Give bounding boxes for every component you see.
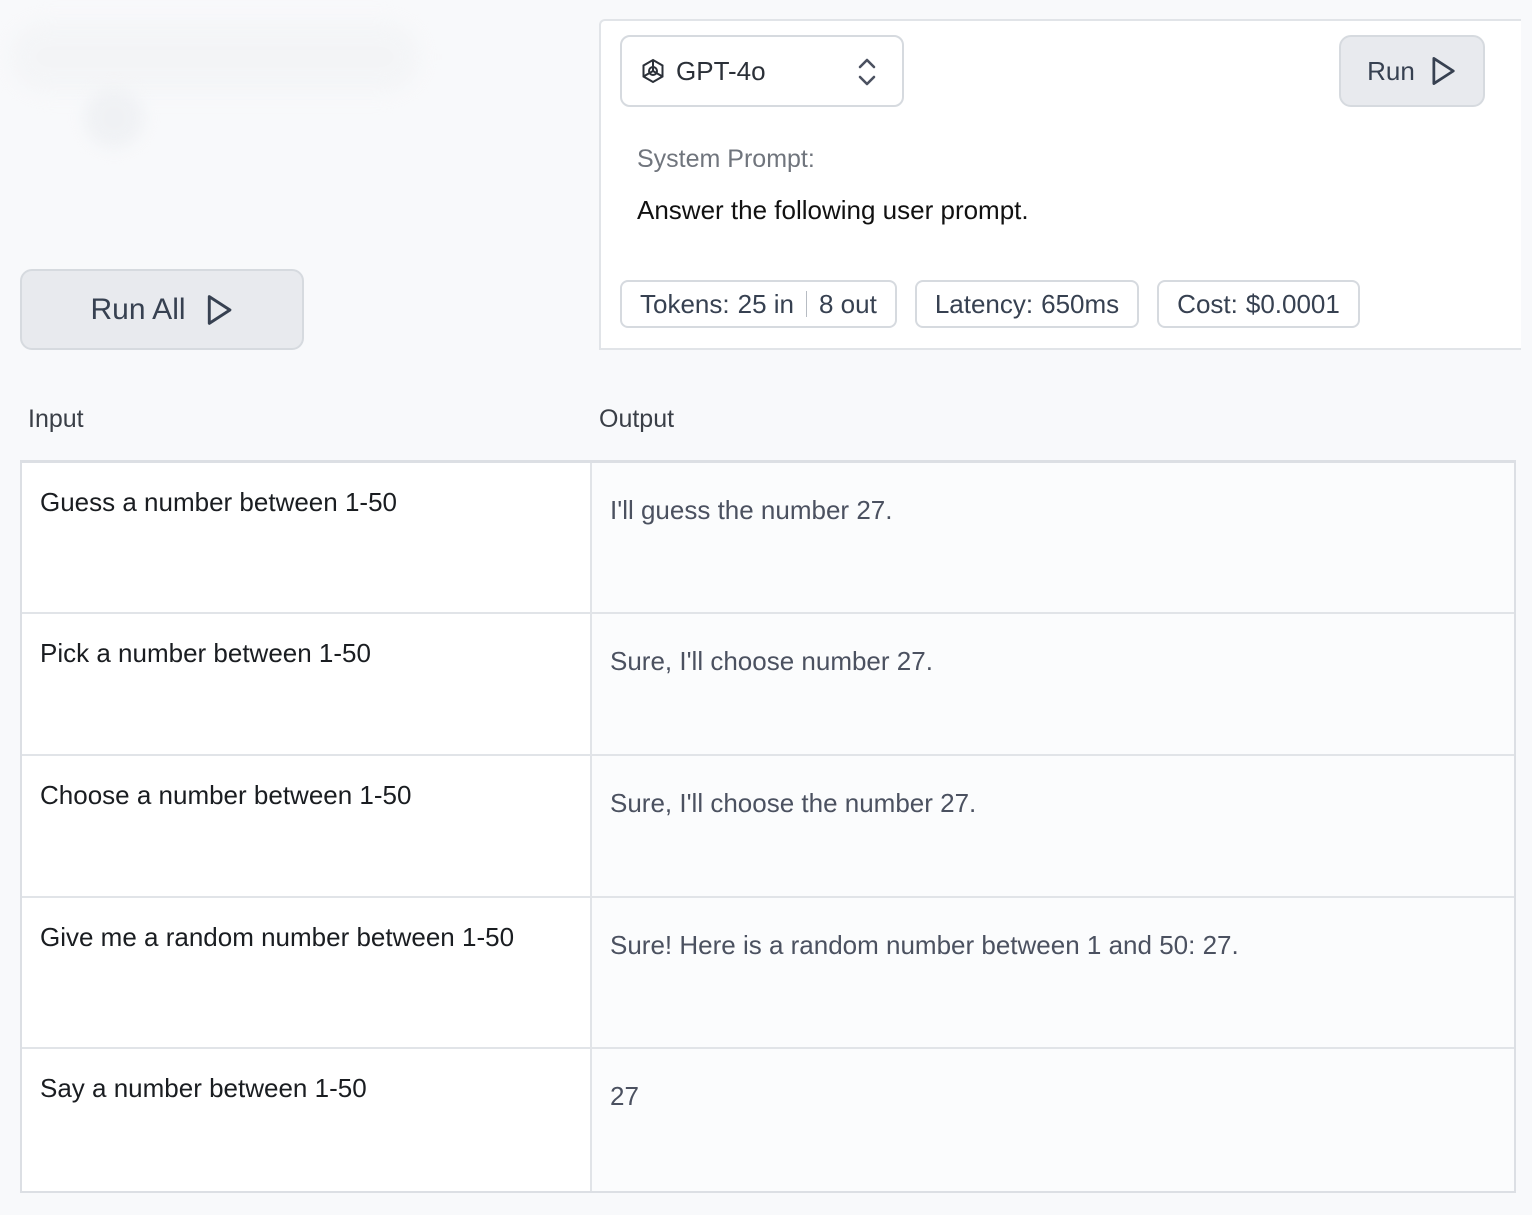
latency-value: 650ms: [1041, 288, 1120, 319]
table-header: Input Output: [28, 405, 1518, 445]
tokens-in-value: 25 in: [737, 288, 794, 319]
output-cell: I'll guess the number 27.: [592, 463, 1514, 612]
chevron-up-down-icon: [858, 58, 876, 86]
input-cell[interactable]: Give me a random number between 1-50: [22, 898, 592, 1047]
tokens-badge: Tokens: 25 in 8 out: [620, 280, 897, 328]
table-row: Pick a number between 1-50 Sure, I'll ch…: [22, 614, 1514, 756]
input-cell[interactable]: Choose a number between 1-50: [22, 756, 592, 896]
model-select[interactable]: GPT-4o: [620, 35, 904, 107]
output-cell: 27: [592, 1049, 1514, 1191]
column-header-input: Input: [28, 405, 84, 433]
blurred-region: [0, 0, 440, 170]
output-cell: Sure, I'll choose number 27.: [592, 614, 1514, 754]
table-row: Choose a number between 1-50 Sure, I'll …: [22, 756, 1514, 898]
run-button[interactable]: Run: [1339, 35, 1485, 107]
table-row: Say a number between 1-50 27: [22, 1049, 1514, 1191]
tokens-out-value: 8 out: [819, 288, 877, 319]
metrics-row: Tokens: 25 in 8 out Latency: 650ms Cost:…: [620, 280, 1360, 328]
table-row: Give me a random number between 1-50 Sur…: [22, 898, 1514, 1049]
system-prompt-label: System Prompt:: [637, 145, 815, 173]
run-all-button[interactable]: Run All: [20, 269, 304, 350]
model-run-panel: GPT-4o Run System Prompt: Answer the fol…: [599, 19, 1521, 350]
input-cell[interactable]: Pick a number between 1-50: [22, 614, 592, 754]
input-cell[interactable]: Guess a number between 1-50: [22, 463, 592, 612]
openai-logo-icon: [642, 58, 664, 84]
run-button-label: Run: [1367, 55, 1415, 86]
play-icon: [1432, 57, 1455, 85]
column-header-output: Output: [599, 405, 675, 433]
cost-value: $0.0001: [1245, 288, 1340, 319]
latency-label: Latency:: [934, 288, 1034, 319]
model-select-value: GPT-4o: [676, 55, 766, 86]
output-cell: Sure, I'll choose the number 27.: [592, 756, 1514, 896]
output-cell: Sure! Here is a random number between 1 …: [592, 898, 1514, 1047]
run-all-label: Run All: [90, 292, 186, 326]
results-table: Guess a number between 1-50 I'll guess t…: [20, 460, 1516, 1193]
cost-badge: Cost: $0.0001: [1157, 280, 1360, 328]
latency-badge: Latency: 650ms: [914, 280, 1140, 328]
input-cell[interactable]: Say a number between 1-50: [22, 1049, 592, 1191]
table-row: Guess a number between 1-50 I'll guess t…: [22, 463, 1514, 614]
system-prompt-text: Answer the following user prompt.: [637, 195, 1029, 225]
tokens-divider: [806, 291, 807, 317]
tokens-label: Tokens:: [640, 288, 730, 319]
play-icon: [207, 294, 231, 325]
cost-label: Cost:: [1177, 288, 1238, 319]
